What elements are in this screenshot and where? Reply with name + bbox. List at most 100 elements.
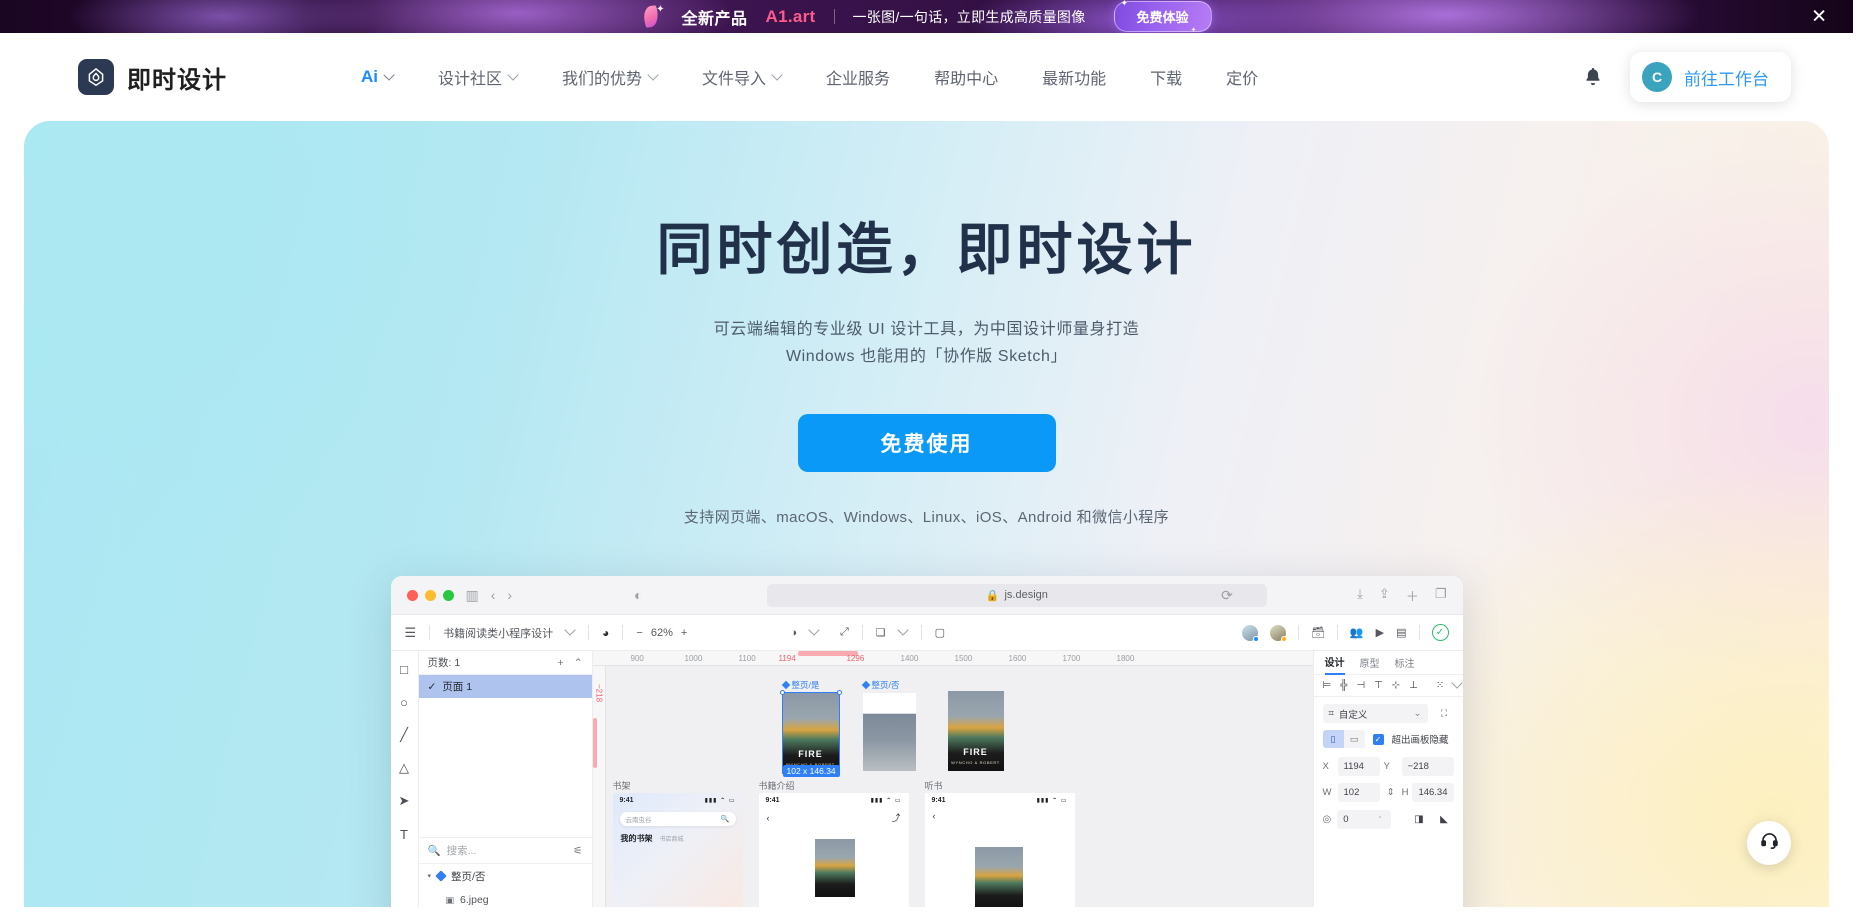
layer-item[interactable]: ▾ 整页/否 (419, 864, 592, 888)
photo-thumb[interactable] (862, 693, 916, 771)
nav-item-advantages[interactable]: 我们的优势 (540, 65, 680, 89)
nav-item-ai[interactable]: Ai (339, 67, 416, 87)
collapse-icon[interactable]: ⌃ (574, 657, 583, 669)
shield-icon[interactable]: ◐ (634, 587, 642, 603)
share-icon[interactable]: ⤴ (891, 811, 900, 824)
polygon-tool-icon[interactable]: △ (397, 760, 411, 775)
book-cover-thumb[interactable]: FIRE WYNCHO & ROBERT (947, 691, 1004, 771)
menu-icon[interactable]: ☰ (405, 625, 417, 641)
assets-icon[interactable]: 🗃 (1311, 626, 1325, 639)
close-window-icon[interactable] (406, 589, 418, 601)
align-right-icon[interactable]: ⊣ (1356, 680, 1365, 691)
link-ratio-icon[interactable]: ⇕ (1384, 787, 1398, 798)
new-tab-icon[interactable]: ＋ (1406, 586, 1419, 605)
nav-item-pricing[interactable]: 定价 (1204, 65, 1280, 89)
collaborator-avatar[interactable] (1269, 624, 1287, 642)
rotation-input[interactable]: 0 (1337, 810, 1391, 829)
x-input[interactable]: 1194 (1337, 757, 1380, 776)
h-input[interactable]: 146.34 (1412, 783, 1454, 802)
nav-item-whats-new[interactable]: 最新功能 (1020, 65, 1128, 89)
portrait-icon[interactable]: ▯ (1322, 730, 1344, 748)
brand-logo[interactable]: 即时设计 (78, 59, 227, 95)
reload-icon[interactable]: ⟳ (1221, 587, 1233, 604)
tab-annotation[interactable]: 标注 (1395, 655, 1415, 670)
cloud-save-icon[interactable]: ◕ (602, 626, 609, 640)
invite-icon[interactable]: 👥 (1350, 626, 1364, 639)
design-canvas[interactable]: 900 1000 1100 1194 1296 1400 1500 1600 1… (592, 651, 1313, 907)
nav-item-community[interactable]: 设计社区 (416, 65, 540, 89)
zoom-out-button[interactable]: − (636, 627, 642, 639)
go-to-workbench-button[interactable]: C 前往工作台 (1630, 52, 1791, 102)
landscape-icon[interactable]: ▭ (1344, 730, 1365, 748)
align-center-v-icon[interactable]: ⊹ (1392, 680, 1400, 691)
nav-item-help-center[interactable]: 帮助中心 (912, 65, 1020, 89)
zoom-in-button[interactable]: + (681, 627, 687, 639)
align-center-h-icon[interactable]: ╬ (1340, 680, 1347, 691)
back-icon[interactable]: ‹ (767, 813, 770, 823)
tab-my-shelf[interactable]: 我的书架 (621, 833, 653, 844)
flip-horizontal-icon[interactable]: ◨ (1410, 810, 1429, 829)
file-name[interactable]: 书籍阅读类小程序设计 (443, 625, 553, 641)
export-icon[interactable]: ⤢ (840, 626, 849, 639)
minimize-window-icon[interactable] (424, 589, 436, 601)
artboard-secondary[interactable]: 整页/否 (861, 679, 916, 771)
forward-icon[interactable]: › (507, 587, 512, 603)
y-input[interactable]: −218 (1401, 757, 1454, 776)
play-icon[interactable]: ▶ (1376, 626, 1384, 639)
tab-design[interactable]: 设计 (1324, 651, 1345, 675)
device-frame-icon[interactable]: ▢ (935, 626, 945, 639)
chevron-down-icon[interactable] (899, 626, 908, 635)
search-input[interactable]: 云南虫谷 🔍 (619, 812, 736, 826)
artboard-book-detail[interactable]: 9:41 ▮▮▮ ⌃ ▭ ‹ ⤴ (758, 793, 909, 907)
chevron-down-icon[interactable] (566, 626, 575, 635)
text-tool-icon[interactable]: T (397, 827, 411, 842)
align-bottom-icon[interactable]: ⊥ (1409, 680, 1418, 691)
orientation-toggle[interactable]: ▯ ▭ (1322, 730, 1365, 748)
distribute-icon[interactable]: ⁙ (1436, 680, 1444, 691)
notification-bell-icon[interactable] (1582, 65, 1604, 89)
chevron-down-icon[interactable] (810, 626, 819, 635)
maximize-window-icon[interactable] (442, 589, 454, 601)
nav-item-enterprise[interactable]: 企业服务 (804, 65, 912, 89)
support-button[interactable] (1747, 821, 1791, 865)
preset-select[interactable]: ⌗ 自定义 ⌄ (1322, 704, 1428, 723)
artboard-third[interactable]: FIRE WYNCHO & ROBERT (947, 691, 1004, 771)
align-top-icon[interactable]: ⊤ (1374, 680, 1383, 691)
fit-selection-icon[interactable]: ⛶ (1435, 704, 1454, 723)
clip-content-checkbox[interactable]: ✓ (1372, 733, 1384, 745)
flip-vertical-icon[interactable]: ◣ (1435, 810, 1454, 829)
book-cover-thumb[interactable]: FIRE WYNCHO & ROBERT (779, 690, 842, 774)
layer-search-input[interactable]: 🔍 搜索... ⚟ (418, 837, 592, 864)
add-page-icon[interactable]: + (558, 657, 564, 669)
tab-bookstore[interactable]: 书店商城 (660, 834, 684, 843)
view-mode-icon[interactable]: ◑ (790, 627, 797, 639)
align-left-icon[interactable]: ⊨ (1323, 680, 1332, 691)
ellipse-tool-icon[interactable]: ○ (397, 695, 411, 710)
layout-icon[interactable]: ▤ (1396, 626, 1406, 639)
nav-item-download[interactable]: 下载 (1128, 65, 1204, 89)
page-item[interactable]: ✓ 页面 1 (418, 675, 592, 698)
rectangle-tool-icon[interactable]: □ (397, 662, 411, 677)
address-bar[interactable]: 🔒 js.design (766, 583, 1267, 607)
sidebar-toggle-icon[interactable]: ▥ (466, 587, 479, 604)
share-icon[interactable]: ⇪ (1379, 586, 1390, 605)
back-icon[interactable]: ‹ (933, 811, 936, 821)
tabs-icon[interactable]: ❐ (1435, 586, 1447, 605)
promo-try-free-button[interactable]: ✦ ✦ 免费体验 (1113, 0, 1212, 33)
expand-icon[interactable]: ▾ (428, 872, 432, 880)
tab-prototype[interactable]: 原型 (1360, 655, 1380, 670)
collaborator-avatar[interactable] (1241, 624, 1259, 642)
filter-icon[interactable]: ⚟ (573, 845, 582, 857)
layer-item[interactable]: ▣ 6.jpeg (419, 888, 592, 907)
nav-item-file-import[interactable]: 文件导入 (680, 65, 804, 89)
back-icon[interactable]: ‹ (491, 587, 496, 603)
download-icon[interactable]: ⤓ (1357, 586, 1363, 605)
artboard-audiobook[interactable]: 9:41 ▮▮▮ ⌃ ▭ ‹ (924, 793, 1075, 907)
use-free-button[interactable]: 免费使用 (797, 414, 1056, 472)
pointer-tool-icon[interactable]: ➤ (397, 793, 411, 808)
line-tool-icon[interactable]: ╱ (397, 727, 411, 742)
artboard-selected[interactable]: 整页/是 FIRE WYNCHO & ROBERT 102 x 146.34 (779, 679, 842, 777)
close-icon[interactable]: ✕ (1811, 7, 1827, 26)
w-input[interactable]: 102 (1337, 783, 1380, 802)
artboard-bookshelf[interactable]: 9:41 ▮▮▮ ⌃ ▭ 云南虫谷 🔍 我的书架 书店商城 (612, 793, 743, 907)
